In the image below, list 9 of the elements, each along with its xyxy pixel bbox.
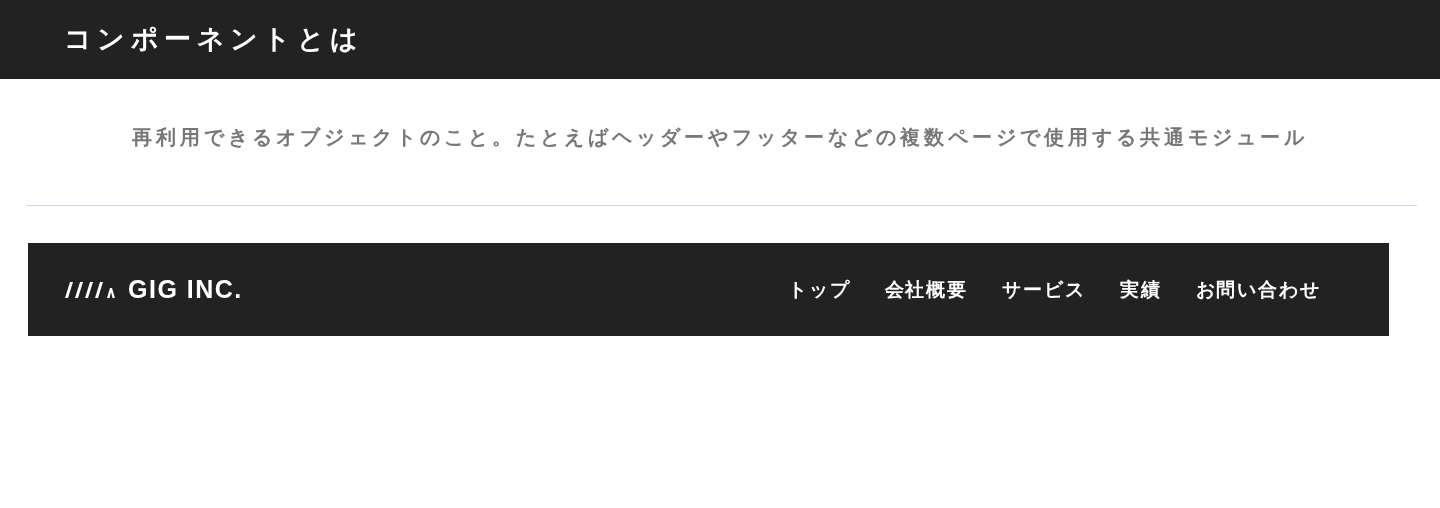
- nav-link[interactable]: 実績: [1119, 276, 1162, 305]
- logo-text: GIG INC.: [128, 273, 243, 305]
- nav-link[interactable]: お問い合わせ: [1195, 276, 1321, 305]
- logo-icon: [64, 279, 116, 300]
- nav-link[interactable]: サービス: [1002, 276, 1086, 305]
- page-title: コンポーネントとは: [64, 23, 364, 57]
- nav-link[interactable]: トップ: [787, 276, 851, 305]
- nav-link[interactable]: 会社概要: [884, 276, 969, 305]
- description: 再利用できるオブジェクトのこと。たとえばヘッダーやフッターなどの複数ページで使用する共通モジュール: [132, 125, 1308, 150]
